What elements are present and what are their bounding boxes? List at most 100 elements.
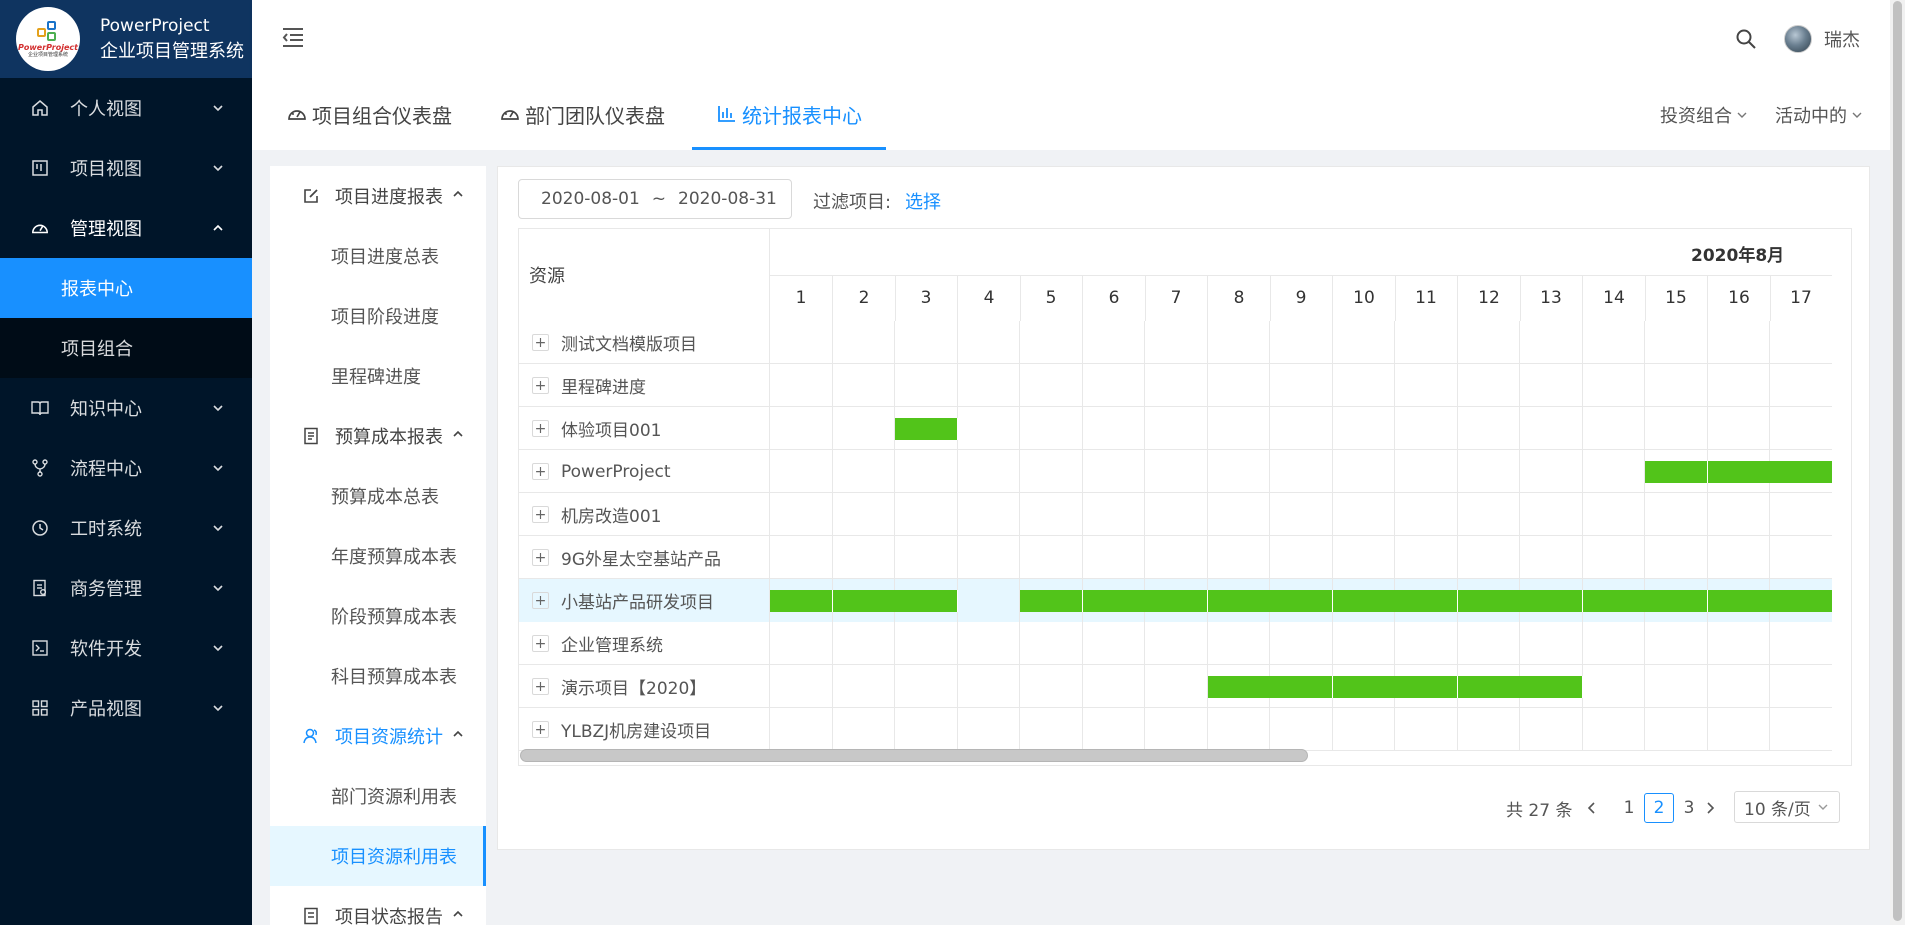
sidebar-item-8[interactable]: 软件开发 xyxy=(0,618,252,678)
expand-icon[interactable]: + xyxy=(532,420,549,437)
report-group-3[interactable]: 项目资源统计 xyxy=(270,706,486,766)
sidebar-item-6[interactable]: 工时系统 xyxy=(0,498,252,558)
expand-icon[interactable]: + xyxy=(532,678,549,695)
next-page-button[interactable] xyxy=(1698,794,1722,822)
day-gridline xyxy=(1019,407,1020,450)
sidebar-item-7[interactable]: 商务管理 xyxy=(0,558,252,618)
menu-collapse-icon[interactable] xyxy=(280,24,306,50)
day-gridline xyxy=(1207,708,1208,751)
sidebar-item-5[interactable]: 流程中心 xyxy=(0,438,252,498)
report-group-1[interactable]: 项目进度报表 xyxy=(270,166,486,226)
scrollbar-thumb[interactable] xyxy=(1893,1,1902,921)
day-gridline xyxy=(1082,665,1083,708)
day-gridline xyxy=(1769,708,1770,751)
search-icon[interactable] xyxy=(1734,27,1758,51)
day-gridline xyxy=(1082,321,1083,364)
allocation-bar xyxy=(770,590,833,612)
expand-icon[interactable]: + xyxy=(532,334,549,351)
day-gridline xyxy=(1769,407,1770,450)
day-gridline xyxy=(1332,493,1333,536)
day-gridline xyxy=(1582,407,1583,450)
sidebar-item-9[interactable]: 产品视图 xyxy=(0,678,252,738)
report-menu-item[interactable]: 项目阶段进度 xyxy=(270,286,486,346)
allocation-bar xyxy=(1083,590,1146,612)
day-gridline xyxy=(1457,536,1458,579)
expand-icon[interactable]: + xyxy=(532,377,549,394)
page-number-button[interactable]: 1 xyxy=(1614,793,1644,823)
sidebar-subitem-1[interactable]: 报表中心 xyxy=(0,258,252,318)
report-group-2[interactable]: 预算成本报表 xyxy=(270,406,486,466)
day-gridline xyxy=(1644,665,1645,708)
sidebar-item-3[interactable]: 管理视图 xyxy=(0,198,252,258)
expand-icon[interactable]: + xyxy=(532,549,549,566)
date-range-picker[interactable]: 2020-08-01 ~ 2020-08-31 xyxy=(518,179,792,219)
chevron-up-icon xyxy=(450,906,466,922)
allocation-bar xyxy=(1145,590,1208,612)
tab-department-dashboard[interactable]: 部门团队仪表盘 xyxy=(499,78,665,150)
page-size-select[interactable]: 10 条/页 xyxy=(1734,791,1840,823)
book-icon xyxy=(30,398,50,418)
grid-icon xyxy=(30,698,50,718)
username[interactable]: 瑞杰 xyxy=(1824,26,1860,52)
chevron-down-icon xyxy=(1852,112,1862,118)
tab-statistics-report-center[interactable]: 统计报表中心 xyxy=(692,78,886,150)
logo-subtext: 企业项目管理系统 xyxy=(27,52,68,58)
sidebar-item-label: 工时系统 xyxy=(70,519,142,540)
report-menu-item[interactable]: 年度预算成本表 xyxy=(270,526,486,586)
report-menu-item[interactable]: 阶段预算成本表 xyxy=(270,586,486,646)
report-menu-item[interactable]: 项目进度总表 xyxy=(270,226,486,286)
day-gridline xyxy=(957,622,958,665)
day-gridline xyxy=(832,450,833,493)
select-projects-link[interactable]: 选择 xyxy=(905,188,941,214)
day-gridline xyxy=(1582,622,1583,665)
tab-portfolio-dashboard[interactable]: 项目组合仪表盘 xyxy=(286,78,452,150)
report-menu-item[interactable]: 预算成本总表 xyxy=(270,466,486,526)
chevron-up-icon xyxy=(208,218,228,238)
sidebar-item-1[interactable]: 个人视图 xyxy=(0,78,252,138)
sidebar-item-4[interactable]: 知识中心 xyxy=(0,378,252,438)
horizontal-scrollbar[interactable] xyxy=(520,749,1308,762)
resource-name-cell: + 里程碑进度 xyxy=(519,364,770,407)
day-gridline xyxy=(1332,450,1333,493)
sidebar-subitem-2[interactable]: 项目组合 xyxy=(0,318,252,378)
portfolio-dropdown[interactable]: 投资组合 xyxy=(1660,102,1748,128)
expand-icon[interactable]: + xyxy=(532,463,549,480)
allocation-bar xyxy=(1770,461,1833,483)
allocation-bar xyxy=(1395,676,1458,698)
day-gridline xyxy=(1394,493,1395,536)
day-gridline xyxy=(894,536,895,579)
avatar[interactable] xyxy=(1784,25,1812,53)
expand-icon[interactable]: + xyxy=(532,592,549,609)
month-header: 2020年8月 xyxy=(770,229,1851,276)
expand-icon[interactable]: + xyxy=(532,635,549,652)
report-menu-item[interactable]: 项目资源利用表 xyxy=(270,826,486,886)
expand-icon[interactable]: + xyxy=(532,506,549,523)
allocation-bar xyxy=(1270,676,1333,698)
allocation-bar xyxy=(1458,590,1521,612)
expand-icon[interactable]: + xyxy=(532,721,549,738)
report-group-4[interactable]: 项目状态报告 xyxy=(270,886,486,925)
day-gridline xyxy=(832,321,833,364)
resource-name: 小基站产品研发项目 xyxy=(561,593,714,613)
chevron-down-icon xyxy=(208,398,228,418)
allocation-bar xyxy=(1645,461,1708,483)
allocation-bar xyxy=(1520,590,1583,612)
day-header-cell: 2 xyxy=(833,276,896,321)
chevron-down-icon xyxy=(208,158,228,178)
sidebar-item-2[interactable]: 项目视图 xyxy=(0,138,252,198)
report-menu-item[interactable]: 部门资源利用表 xyxy=(270,766,486,826)
resource-name: 体验项目001 xyxy=(561,421,662,441)
page-number-button[interactable]: 2 xyxy=(1644,793,1674,823)
day-gridline xyxy=(1582,708,1583,751)
day-header-row: 1 2 3 4 5 6 7 8 9 10 11 12 13 14 15 16 17 xyxy=(770,276,1851,321)
logo-text: PowerProject xyxy=(18,43,78,52)
page-vertical-scrollbar[interactable] xyxy=(1890,0,1905,925)
prev-page-button[interactable] xyxy=(1580,794,1604,822)
day-header-cell: 17 xyxy=(1770,276,1833,321)
day-gridline xyxy=(1144,493,1145,536)
report-menu-item[interactable]: 里程碑进度 xyxy=(270,346,486,406)
day-gridline xyxy=(1082,407,1083,450)
day-gridline xyxy=(1769,493,1770,536)
report-menu-item[interactable]: 科目预算成本表 xyxy=(270,646,486,706)
status-dropdown[interactable]: 活动中的 xyxy=(1775,102,1863,128)
